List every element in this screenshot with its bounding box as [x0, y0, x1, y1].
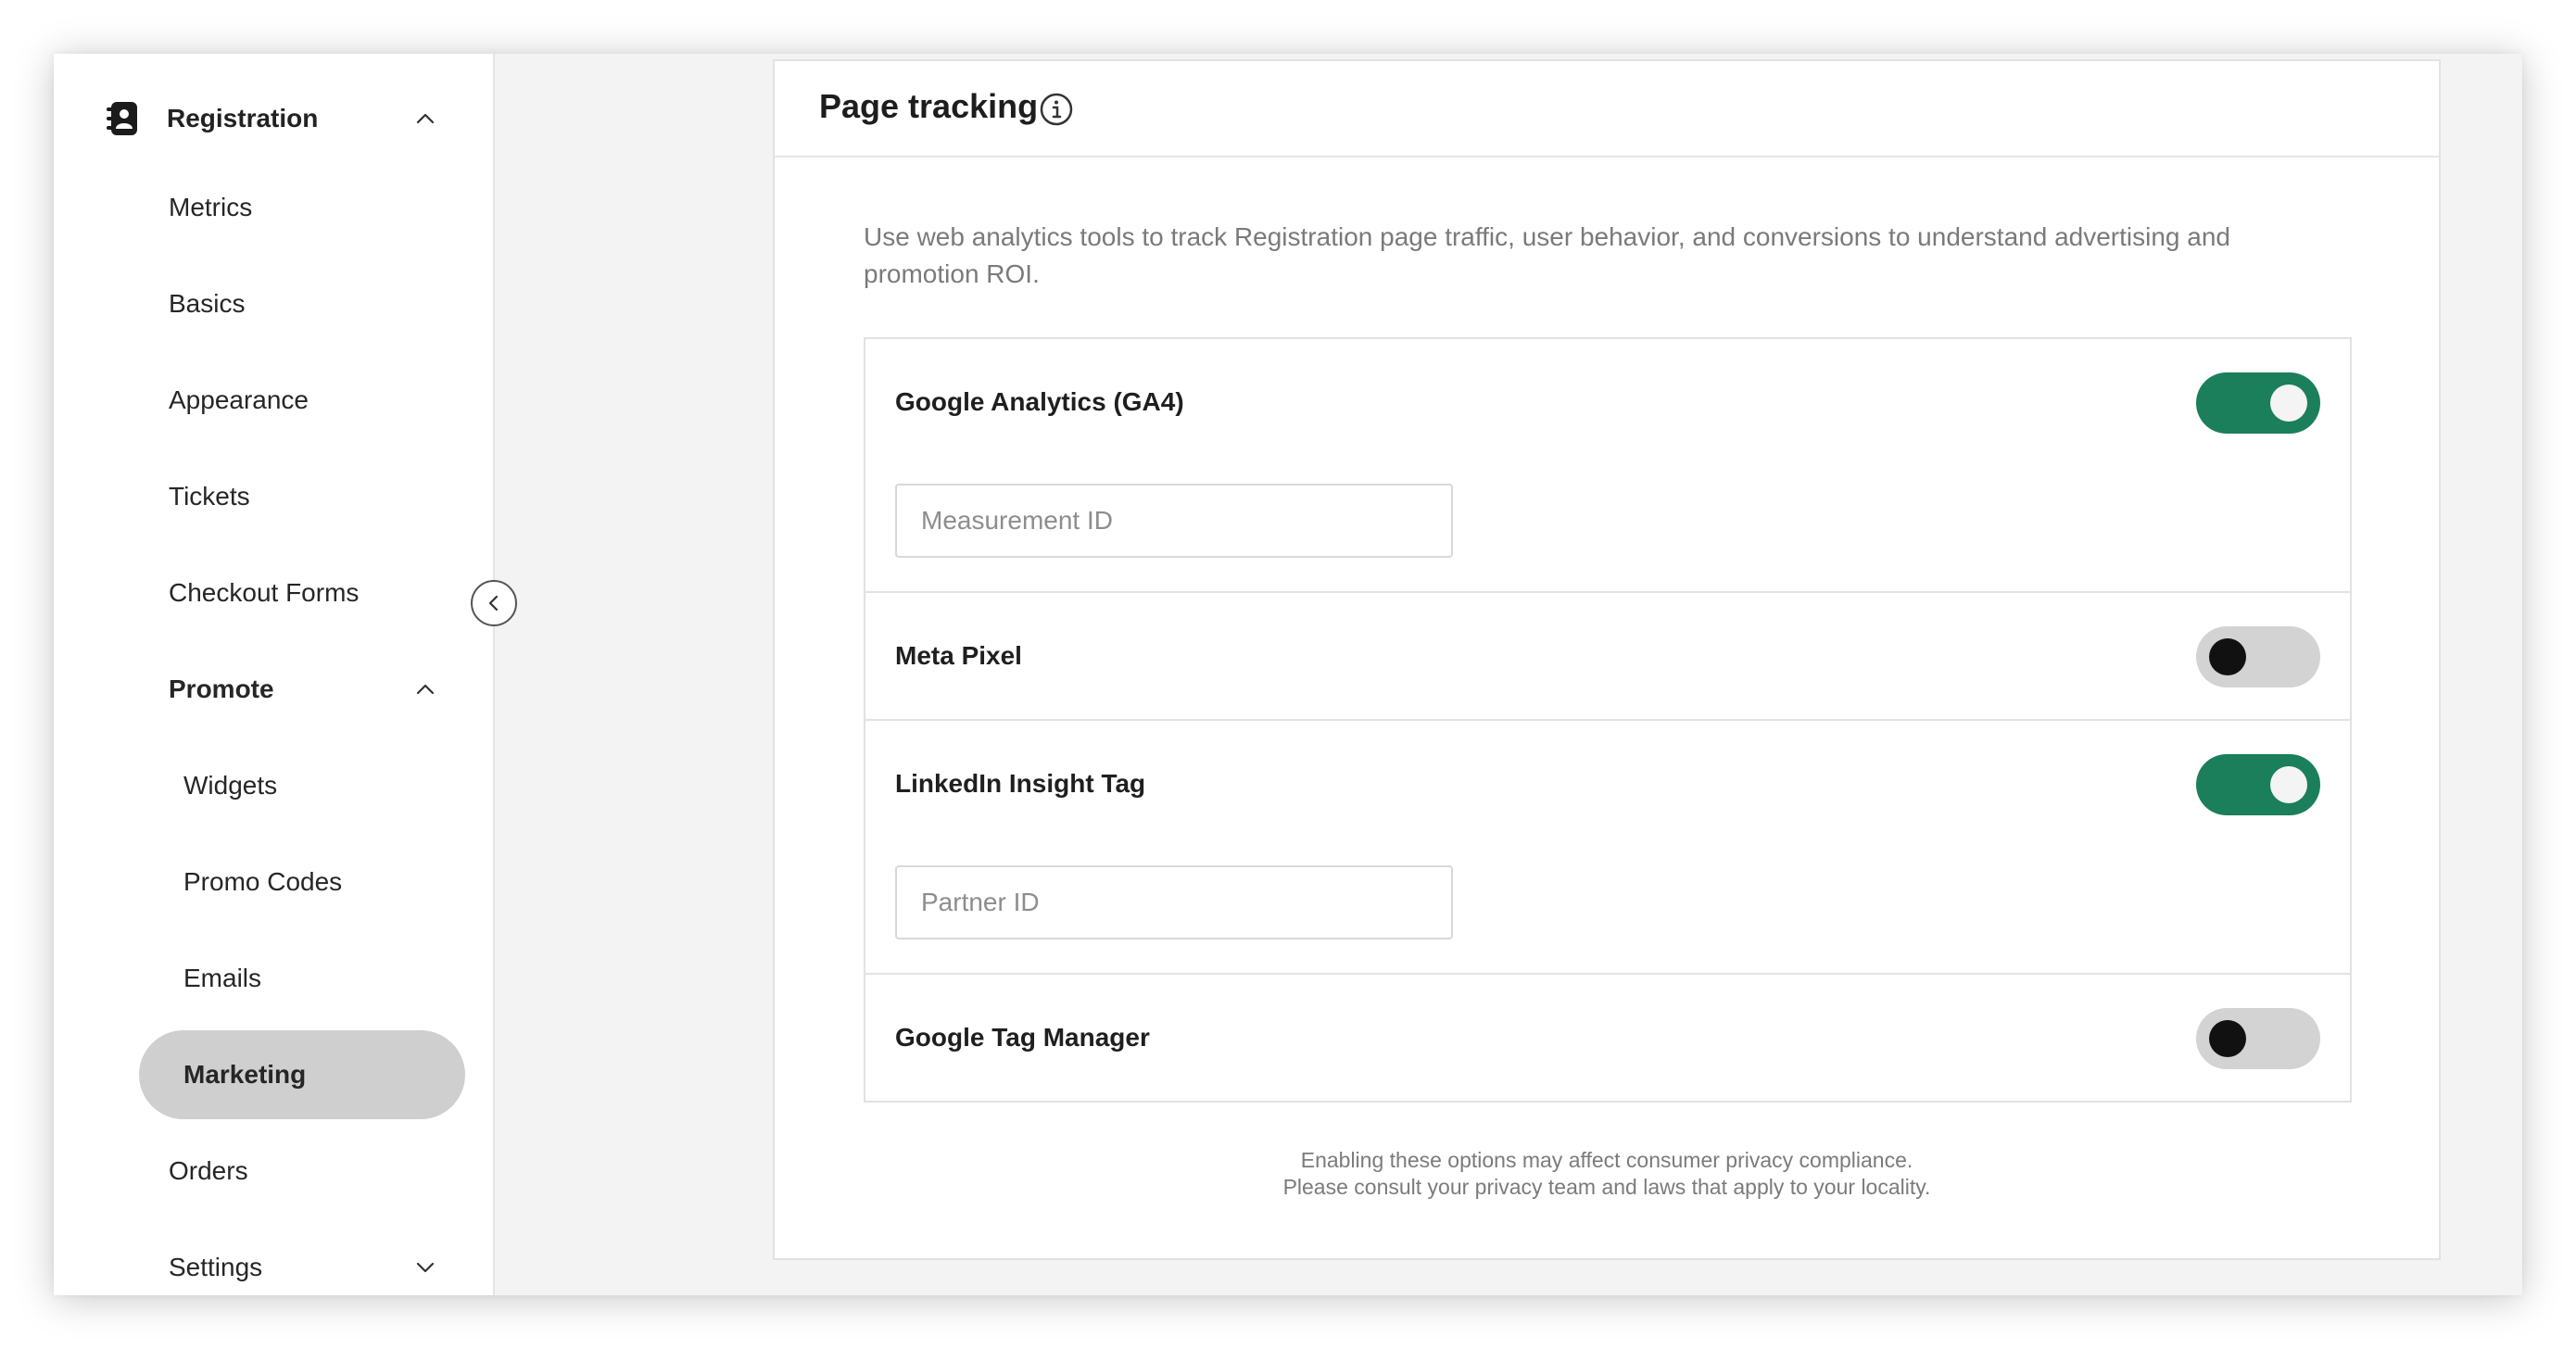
sidebar-item-label: Promote [169, 674, 274, 703]
google-analytics-toggle[interactable] [2196, 372, 2320, 434]
toggle-knob [2209, 638, 2246, 675]
sidebar: Registration Metrics Basics Appearance T… [54, 54, 495, 1295]
sidebar-item-orders[interactable]: Orders [169, 1127, 248, 1216]
chevron-down-icon[interactable] [413, 1255, 437, 1280]
sidebar-item-checkout-forms[interactable]: Checkout Forms [169, 548, 359, 637]
sidebar-item-widgets[interactable]: Widgets [183, 741, 277, 830]
chevron-up-icon[interactable] [413, 107, 437, 131]
partner-id-input[interactable] [895, 865, 1453, 939]
sidebar-item-label: Orders [169, 1156, 248, 1185]
registration-app-icon [107, 102, 137, 135]
sidebar-item-label: Settings [169, 1253, 263, 1281]
sidebar-item-basics[interactable]: Basics [169, 259, 245, 348]
tracker-google-analytics: Google Analytics (GA4) [865, 339, 2350, 593]
meta-pixel-toggle[interactable] [2196, 626, 2320, 687]
tracker-name: LinkedIn Insight Tag [895, 769, 1146, 798]
sidebar-item-appearance[interactable]: Appearance [169, 356, 309, 445]
sidebar-item-emails[interactable]: Emails [183, 934, 261, 1023]
sidebar-item-promote[interactable]: Promote [169, 645, 274, 734]
tracker-name: Meta Pixel [895, 641, 1022, 670]
chevron-left-icon [488, 595, 499, 611]
tracker-list: Google Analytics (GA4) Meta Pixel Linked… [864, 337, 2352, 1103]
page-description: Use web analytics tools to track Registr… [864, 222, 2230, 288]
tracker-linkedin-insight: LinkedIn Insight Tag [865, 721, 2350, 975]
toggle-knob [2270, 385, 2307, 422]
sidebar-item-tickets[interactable]: Tickets [169, 452, 250, 541]
linkedin-insight-toggle[interactable] [2196, 754, 2320, 815]
sidebar-item-metrics[interactable]: Metrics [169, 163, 252, 252]
sidebar-item-label: Tickets [169, 482, 250, 511]
tracker-name: Google Tag Manager [895, 1023, 1150, 1052]
sidebar-item-promo-codes[interactable]: Promo Codes [183, 838, 342, 927]
sidebar-item-label: Emails [183, 964, 262, 992]
sidebar-item-settings[interactable]: Settings [169, 1223, 262, 1295]
footnote-line: Enabling these options may affect consum… [1300, 1148, 1913, 1172]
sidebar-item-label: Checkout Forms [169, 578, 360, 607]
sidebar-item-marketing[interactable]: Marketing [139, 1030, 465, 1119]
collapse-sidebar-button[interactable] [471, 580, 517, 626]
app-window: Registration Metrics Basics Appearance T… [54, 54, 2522, 1295]
tracker-google-tag-manager: Google Tag Manager [865, 975, 2350, 1103]
sidebar-item-label: Appearance [169, 385, 309, 414]
tracker-name: Google Analytics (GA4) [895, 387, 1184, 416]
sidebar-section-label: Registration [167, 104, 319, 132]
chevron-up-icon[interactable] [413, 677, 437, 701]
sidebar-item-label: Basics [169, 289, 246, 318]
measurement-id-input[interactable] [895, 484, 1453, 558]
sidebar-item-label: Promo Codes [183, 867, 343, 896]
sidebar-item-label: Marketing [183, 1060, 307, 1089]
page-tracking-card: Page tracking Use web analytics tools to… [773, 59, 2441, 1260]
info-icon[interactable] [1038, 91, 1075, 128]
card-header: Page tracking [775, 61, 2439, 158]
toggle-knob [2209, 1020, 2246, 1057]
tracker-meta-pixel: Meta Pixel [865, 593, 2350, 721]
toggle-knob [2270, 766, 2307, 803]
footnote-line: Please consult your privacy team and law… [1282, 1175, 1931, 1199]
sidebar-item-label: Metrics [169, 193, 253, 221]
page-title: Page tracking [819, 87, 1039, 125]
privacy-footnote: Enabling these options may affect consum… [775, 1147, 2439, 1201]
google-tag-manager-toggle[interactable] [2196, 1008, 2320, 1069]
sidebar-item-label: Widgets [183, 771, 278, 800]
